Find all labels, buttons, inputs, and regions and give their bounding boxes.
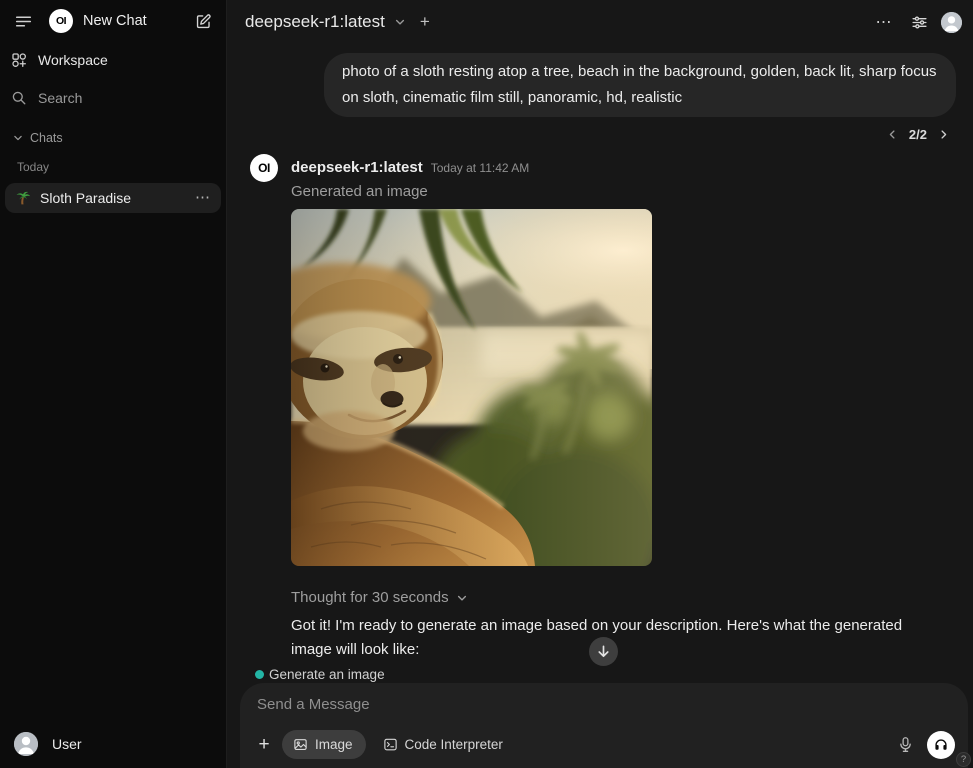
chevron-down-icon: [394, 16, 406, 28]
workspace-icon: [11, 52, 27, 68]
chevron-down-icon: [13, 133, 23, 143]
tool-status-row: Generate an image: [255, 667, 956, 682]
headphones-icon: [933, 737, 949, 753]
scroll-to-bottom-button[interactable]: [589, 637, 618, 666]
generated-image-label: Generated an image: [291, 183, 956, 200]
new-chat-icon[interactable]: [190, 8, 216, 34]
sidebar-header: OI New Chat: [0, 0, 226, 42]
voice-call-button[interactable]: [927, 731, 955, 759]
assistant-message-content: deepseek-r1:latest Today at 11:42 AM Gen…: [291, 154, 956, 700]
message-pagination: 2/2: [228, 117, 973, 142]
image-generation-toggle[interactable]: Image: [282, 730, 366, 759]
chat-list-item-sloth-paradise[interactable]: Sloth Paradise ⋯: [5, 183, 221, 213]
tool-status-label: Generate an image: [269, 667, 385, 682]
user-message-row: photo of a sloth resting atop a tree, be…: [228, 44, 973, 117]
assistant-message: OI deepseek-r1:latest Today at 11:42 AM …: [228, 142, 973, 700]
status-dot-icon: [255, 670, 264, 679]
workspace-label: Workspace: [38, 52, 108, 68]
model-selector[interactable]: deepseek-r1:latest: [245, 12, 406, 32]
code-interpreter-label: Code Interpreter: [405, 737, 503, 752]
sidebar-item-workspace[interactable]: Workspace: [0, 44, 226, 76]
chat-controls-icon[interactable]: [906, 14, 932, 31]
topbar: deepseek-r1:latest + ⋯: [228, 0, 973, 44]
generated-image[interactable]: [291, 209, 652, 566]
chat-options-menu-icon[interactable]: ⋯: [871, 12, 897, 32]
image-toggle-label: Image: [315, 737, 353, 752]
thought-label: Thought for 30 seconds: [291, 589, 449, 606]
chat-title: Sloth Paradise: [40, 190, 186, 206]
search-icon: [11, 90, 27, 106]
add-model-button[interactable]: +: [415, 12, 435, 32]
composer-toolbar: + Image Code Inter: [250, 730, 955, 759]
pagination-count: 2/2: [909, 127, 927, 142]
palm-tree-emoji-icon: [15, 190, 31, 206]
chats-today-label: Today: [0, 147, 226, 177]
sidebar: OI New Chat Workspace Search: [0, 0, 227, 768]
app-logo: OI: [49, 9, 73, 33]
sidebar-item-search[interactable]: Search: [0, 82, 226, 114]
new-chat-label[interactable]: New Chat: [80, 13, 183, 29]
assistant-model-name: deepseek-r1:latest: [291, 159, 423, 176]
chat-messages-area: photo of a sloth resting atop a tree, be…: [228, 44, 973, 768]
assistant-avatar: OI: [250, 154, 278, 182]
chats-section-toggle[interactable]: Chats: [0, 114, 226, 147]
next-response-icon[interactable]: [938, 129, 949, 140]
main-area: deepseek-r1:latest + ⋯ photo of a sloth …: [228, 0, 973, 768]
chevron-down-icon: [456, 592, 468, 604]
terminal-icon: [383, 737, 398, 752]
message-input[interactable]: Send a Message: [240, 683, 968, 713]
user-avatar: [14, 732, 38, 756]
message-timestamp: Today at 11:42 AM: [431, 161, 530, 175]
image-icon: [293, 737, 308, 752]
search-label: Search: [38, 90, 82, 106]
profile-avatar[interactable]: [941, 12, 962, 33]
thought-toggle[interactable]: Thought for 30 seconds: [291, 589, 956, 606]
message-composer: Send a Message + Image: [240, 683, 968, 768]
model-name: deepseek-r1:latest: [245, 12, 385, 32]
microphone-icon[interactable]: [892, 732, 918, 758]
chats-label: Chats: [30, 131, 63, 145]
previous-response-icon[interactable]: [887, 129, 898, 140]
assistant-header: deepseek-r1:latest Today at 11:42 AM: [291, 154, 956, 176]
code-interpreter-toggle[interactable]: Code Interpreter: [372, 730, 516, 759]
attach-file-button[interactable]: +: [250, 731, 278, 759]
user-message-bubble: photo of a sloth resting atop a tree, be…: [324, 53, 956, 117]
user-name: User: [52, 736, 82, 752]
help-button[interactable]: ?: [956, 752, 971, 767]
chat-item-menu-icon[interactable]: ⋯: [195, 193, 211, 203]
sidebar-toggle-icon[interactable]: [10, 8, 36, 34]
sidebar-user-menu[interactable]: User: [0, 724, 226, 764]
